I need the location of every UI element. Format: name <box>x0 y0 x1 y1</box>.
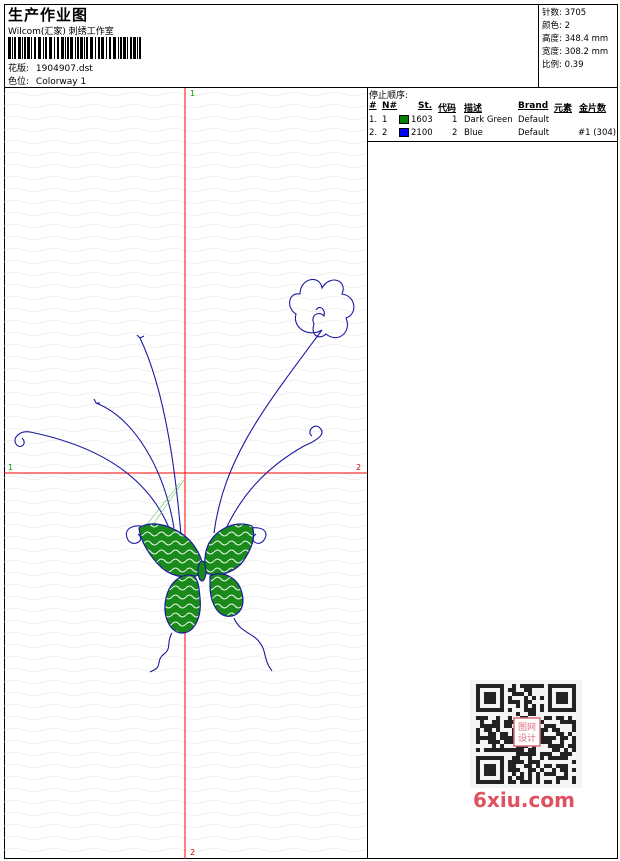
row-brand: Default <box>518 128 550 138</box>
barcode-bar <box>61 37 64 59</box>
col-header-element: 元素 <box>554 104 573 114</box>
watermark-text: 6xiu.com <box>473 788 575 812</box>
stat-width: 宽度: 308.2 mm <box>542 47 609 57</box>
barcode-bar <box>86 37 88 59</box>
header-panel: 生产作业图 Wilcom(汇家) 刺绣工作室 花版: 1904907.dst 色… <box>4 4 539 88</box>
color-swatch <box>399 128 409 137</box>
colorway-value: Colorway 1 <box>35 77 87 87</box>
barcode-bar <box>38 37 41 59</box>
barcode-bar <box>95 37 96 59</box>
row-num: 1. <box>369 115 378 125</box>
stats-panel: 针数: 3705 颜色: 2 高度: 348.4 mm 宽度: 308.2 mm… <box>539 4 618 88</box>
barcode-bar <box>113 37 116 59</box>
row-desc: Blue <box>464 128 483 138</box>
row-n: 1 <box>382 115 388 125</box>
col-header-num: # <box>369 101 377 111</box>
barcode-bar <box>31 37 32 59</box>
row-brand: Default <box>518 115 550 125</box>
table-divider <box>368 141 618 142</box>
row-stitches: 1603 <box>411 115 433 125</box>
stop-sequence-title: 停止顺序: <box>369 91 409 101</box>
stamp-text-2: 设计 <box>518 732 536 744</box>
barcode-bar <box>109 37 111 59</box>
barcode-bar <box>130 37 132 59</box>
barcode-bar <box>133 37 136 59</box>
color-swatch <box>399 115 409 124</box>
stat-scale: 比例: 0.39 <box>542 60 584 70</box>
col-header-brand: Brand <box>518 101 549 111</box>
marker-left: 1 <box>8 463 14 472</box>
page-title: 生产作业图 <box>8 6 89 24</box>
barcode-bar <box>118 37 119 59</box>
marker-right: 2 <box>356 463 362 472</box>
row-stitches: 2100 <box>411 128 433 138</box>
barcode-bar <box>127 37 128 59</box>
barcode-bar <box>101 37 104 59</box>
row-desc: Dark Green <box>464 115 513 125</box>
subtitle: Wilcom(汇家) 刺绣工作室 <box>8 27 114 37</box>
stamp-text-1: 图网 <box>518 722 536 733</box>
row-code: 1 <box>452 115 458 125</box>
barcode-bar <box>75 37 76 59</box>
design-canvas: 1 2 1 2 <box>4 88 368 859</box>
barcode-bar <box>90 37 93 59</box>
barcode-bar <box>77 37 79 59</box>
stat-height: 高度: 348.4 mm <box>542 34 609 44</box>
stat-stitches: 针数: 3705 <box>542 8 587 18</box>
barcode-bar <box>84 37 85 59</box>
barcode-bar <box>98 37 100 59</box>
barcode-bar <box>57 37 59 59</box>
barcode-bar <box>67 37 69 59</box>
barcode-bar <box>22 37 23 59</box>
design-value: 1904907.dst <box>35 64 93 74</box>
col-header-sequin: 金片数 <box>579 104 607 114</box>
barcode-bar <box>54 37 55 59</box>
colorway-label: 色位: <box>8 77 30 87</box>
col-header-code: 代码 <box>438 104 457 114</box>
embroidery-preview <box>4 88 367 859</box>
row-code: 2 <box>452 128 458 138</box>
barcode-bar <box>12 37 13 59</box>
barcode-bar <box>123 37 126 59</box>
row-num: 2. <box>369 128 378 138</box>
barcode-bar <box>8 37 11 59</box>
barcode-bar <box>49 37 52 59</box>
col-header-n: N# <box>382 101 398 111</box>
qr-code: 图网 设计 <box>470 680 582 788</box>
barcode-bar <box>45 37 47 59</box>
barcode-bar <box>14 37 16 59</box>
barcode-bar <box>18 37 21 59</box>
row-sequin: #1 (304) <box>578 128 617 138</box>
col-header-desc: 描述 <box>464 104 483 114</box>
barcode-bar <box>27 37 30 59</box>
barcode-bar <box>43 37 44 59</box>
stat-colors: 颜色: 2 <box>542 21 570 31</box>
barcode-bar <box>120 37 122 59</box>
design-row: 花版: 1904907.dst <box>8 61 93 74</box>
barcode <box>8 37 141 59</box>
colorway-row: 色位: Colorway 1 <box>8 74 86 87</box>
design-label: 花版: <box>8 64 30 74</box>
barcode-bar <box>70 37 73 59</box>
barcode-bar <box>137 37 138 59</box>
barcode-bar <box>106 37 107 59</box>
marker-bottom: 2 <box>190 848 196 857</box>
row-n: 2 <box>382 128 388 138</box>
marker-top: 1 <box>190 89 196 98</box>
col-header-st: St. <box>418 101 433 111</box>
barcode-bar <box>139 37 141 59</box>
barcode-bar <box>80 37 83 59</box>
barcode-bar <box>65 37 66 59</box>
barcode-bar <box>34 37 36 59</box>
barcode-bar <box>24 37 26 59</box>
